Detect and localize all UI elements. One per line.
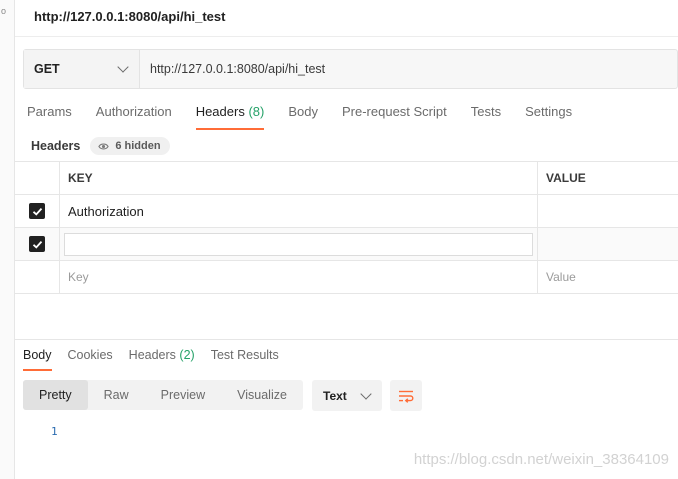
new-value-placeholder[interactable]: Value — [538, 261, 678, 293]
tab-headers-count: (8) — [248, 104, 265, 119]
header-check-cell — [15, 162, 60, 194]
wrap-lines-button[interactable] — [390, 380, 422, 411]
table-row-new: Key Value — [15, 261, 678, 294]
tab-headers[interactable]: Headers (8) — [195, 104, 265, 130]
format-select[interactable]: Text — [312, 380, 382, 411]
response-tab-body[interactable]: Body — [23, 348, 52, 371]
response-divider[interactable] — [15, 339, 678, 340]
request-tabs: Params Authorization Headers (8) Body Pr… — [27, 104, 596, 130]
method-select[interactable]: GET — [24, 50, 140, 88]
hidden-headers-toggle[interactable]: 6 hidden — [90, 137, 170, 155]
row-check-cell — [15, 195, 60, 227]
column-header-key: KEY — [60, 162, 538, 194]
request-title[interactable]: http://127.0.0.1:8080/api/hi_test — [34, 9, 225, 24]
row-checkbox[interactable] — [29, 236, 45, 252]
hidden-headers-label: 6 hidden — [115, 140, 161, 152]
tab-settings[interactable]: Settings — [525, 104, 572, 128]
checkmark-icon — [32, 207, 42, 216]
request-bar: GET http://127.0.0.1:8080/api/hi_test — [23, 49, 678, 89]
response-tabs: Body Cookies Headers (2) Test Results — [23, 348, 295, 371]
chevron-down-icon — [117, 61, 129, 73]
url-input[interactable]: http://127.0.0.1:8080/api/hi_test — [140, 50, 677, 88]
response-tab-test-results[interactable]: Test Results — [211, 348, 279, 370]
headers-label: Headers — [31, 139, 81, 153]
table-header-row: KEY VALUE — [15, 162, 678, 195]
key-input[interactable] — [64, 232, 533, 256]
method-label: GET — [34, 62, 60, 76]
view-visualize-button[interactable]: Visualize — [221, 380, 303, 410]
row-checkbox[interactable] — [29, 203, 45, 219]
tab-pre-request-script[interactable]: Pre-request Script — [342, 104, 447, 128]
view-pretty-button[interactable]: Pretty — [23, 380, 88, 410]
title-divider — [15, 36, 678, 37]
row-key-cell[interactable]: Authorization — [60, 195, 538, 227]
row-value-cell[interactable] — [538, 228, 678, 260]
view-raw-button[interactable]: Raw — [88, 380, 145, 410]
watermark: https://blog.csdn.net/weixin_38364109 — [413, 451, 669, 468]
response-tab-headers-count: (2) — [179, 348, 195, 362]
table-row-editing — [15, 228, 678, 261]
tab-params[interactable]: Params — [27, 104, 72, 128]
column-header-value: VALUE — [546, 171, 586, 185]
left-sidebar-edge: o — [0, 0, 15, 479]
row-key-cell — [60, 228, 538, 260]
editor-line-number: 1 — [51, 425, 58, 438]
new-key-placeholder[interactable]: Key — [60, 261, 538, 293]
response-tab-headers-label: Headers — [128, 348, 176, 362]
tab-authorization[interactable]: Authorization — [96, 104, 172, 128]
checkmark-icon — [32, 240, 42, 249]
eye-icon — [98, 143, 110, 149]
sidebar-edge-glyph: o — [1, 6, 7, 16]
row-value-cell[interactable] — [538, 195, 678, 227]
view-preview-button[interactable]: Preview — [145, 380, 221, 410]
chevron-down-icon — [360, 387, 372, 400]
response-tab-headers[interactable]: Headers (2) — [129, 348, 195, 370]
tab-tests[interactable]: Tests — [471, 104, 501, 128]
wrap-lines-icon — [399, 390, 414, 403]
headers-subheader: Headers 6 hidden — [31, 137, 170, 155]
format-select-label: Text — [323, 388, 347, 403]
view-mode-group: Pretty Raw Preview Visualize — [23, 380, 303, 410]
response-tab-cookies[interactable]: Cookies — [68, 348, 113, 370]
headers-table: KEY VALUE Authorization Key Value — [15, 161, 678, 294]
table-row: Authorization — [15, 195, 678, 228]
row-check-cell — [15, 228, 60, 260]
tab-body[interactable]: Body — [288, 104, 318, 128]
row-check-cell — [15, 261, 60, 293]
tab-headers-label: Headers — [195, 104, 245, 119]
